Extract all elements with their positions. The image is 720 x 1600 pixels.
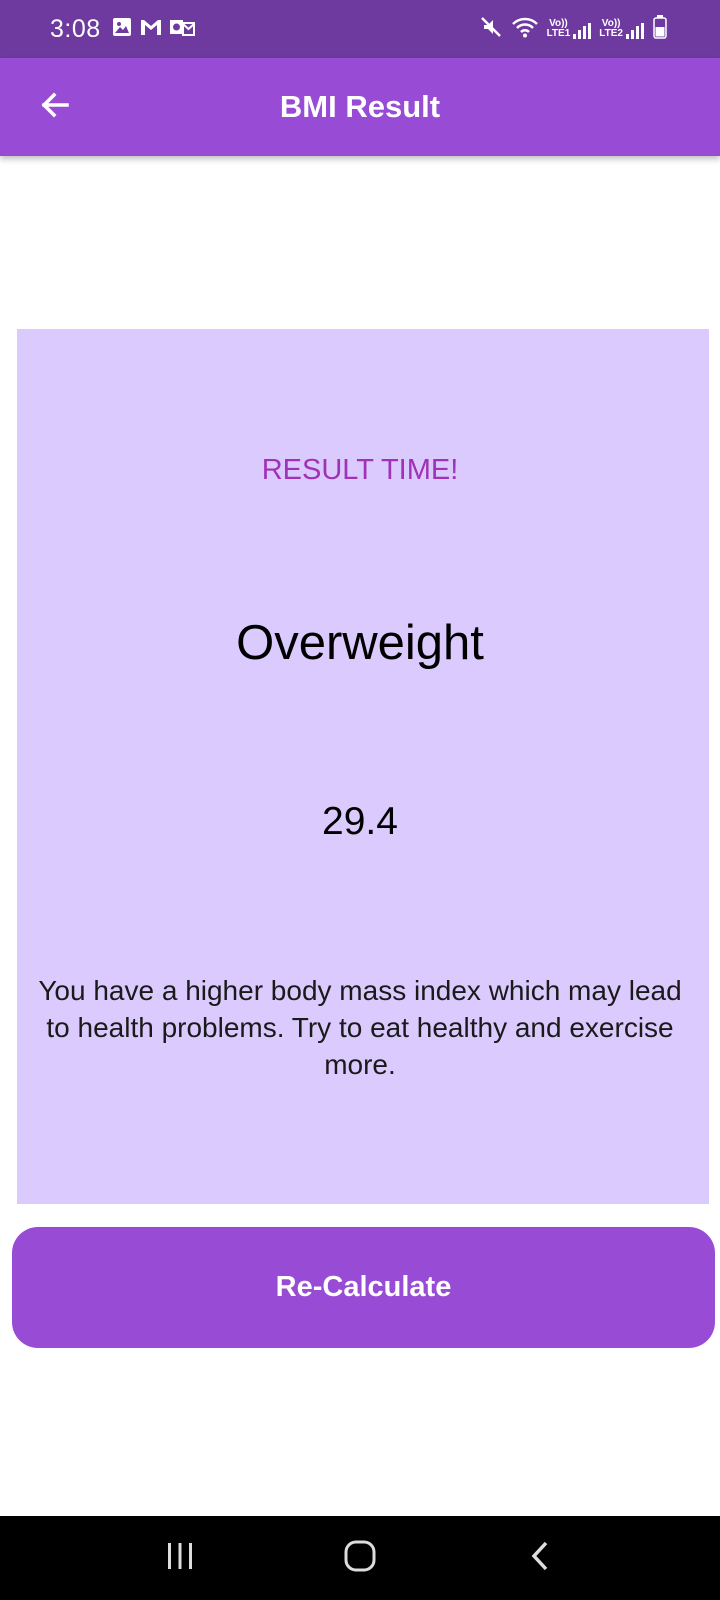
wifi-icon [511,15,539,44]
back-button[interactable] [30,82,80,132]
bmi-category: Overweight [236,616,484,670]
home-button[interactable] [330,1528,390,1588]
home-icon [343,1539,377,1578]
status-right: Vo)) LTE1 Vo)) LTE2 [479,14,668,45]
back-icon [528,1539,552,1578]
recalculate-button[interactable]: Re-Calculate [12,1227,715,1348]
outlook-icon [169,16,195,43]
status-time: 3:08 [50,14,101,43]
screen: 3:08 Vo)) LTE1 Vo)) LTE2 BMI Result RESU… [0,0,720,1600]
bmi-value: 29.4 [322,800,398,843]
sim1-label-bottom: LTE1 [546,28,571,39]
bmi-advice: You have a higher body mass index which … [38,975,682,1080]
mute-icon [479,15,503,44]
recalculate-label: Re-Calculate [275,1271,452,1303]
page-title: BMI Result [279,89,441,124]
recent-apps-button[interactable] [150,1528,210,1588]
recent-apps-icon [164,1541,196,1576]
status-left: 3:08 [50,15,195,44]
battery-icon [652,14,668,45]
navigation-bar [0,1516,720,1600]
sim2-signal: Vo)) LTE2 [599,19,644,39]
system-back-button[interactable] [510,1528,570,1588]
notification-icons [111,16,195,43]
status-bar: 3:08 Vo)) LTE1 Vo)) LTE2 [0,0,720,58]
signal-icon [626,23,644,39]
arrow-left-icon [39,89,71,126]
sim2-label-bottom: LTE2 [599,28,623,39]
signal-icon [573,23,592,39]
result-label: RESULT TIME! [261,454,459,486]
sim1-signal: Vo)) LTE1 [547,19,592,39]
gmail-icon [139,16,163,43]
app-bar: BMI Result [0,58,720,156]
image-icon [111,16,133,43]
